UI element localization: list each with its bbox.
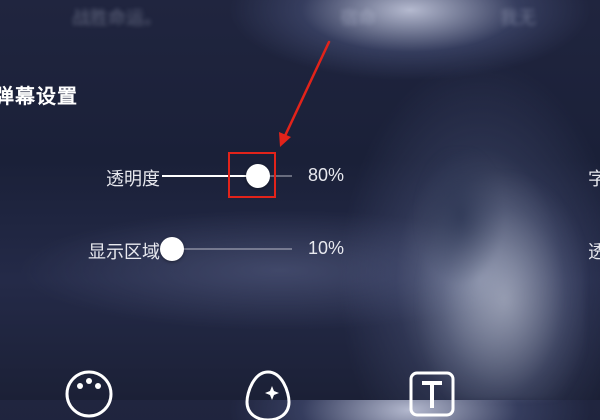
annotation-arrow-icon [279,40,331,147]
magic-egg-icon[interactable] [242,368,294,420]
palette-icon[interactable] [63,368,115,420]
text-style-icon[interactable] [406,368,458,420]
